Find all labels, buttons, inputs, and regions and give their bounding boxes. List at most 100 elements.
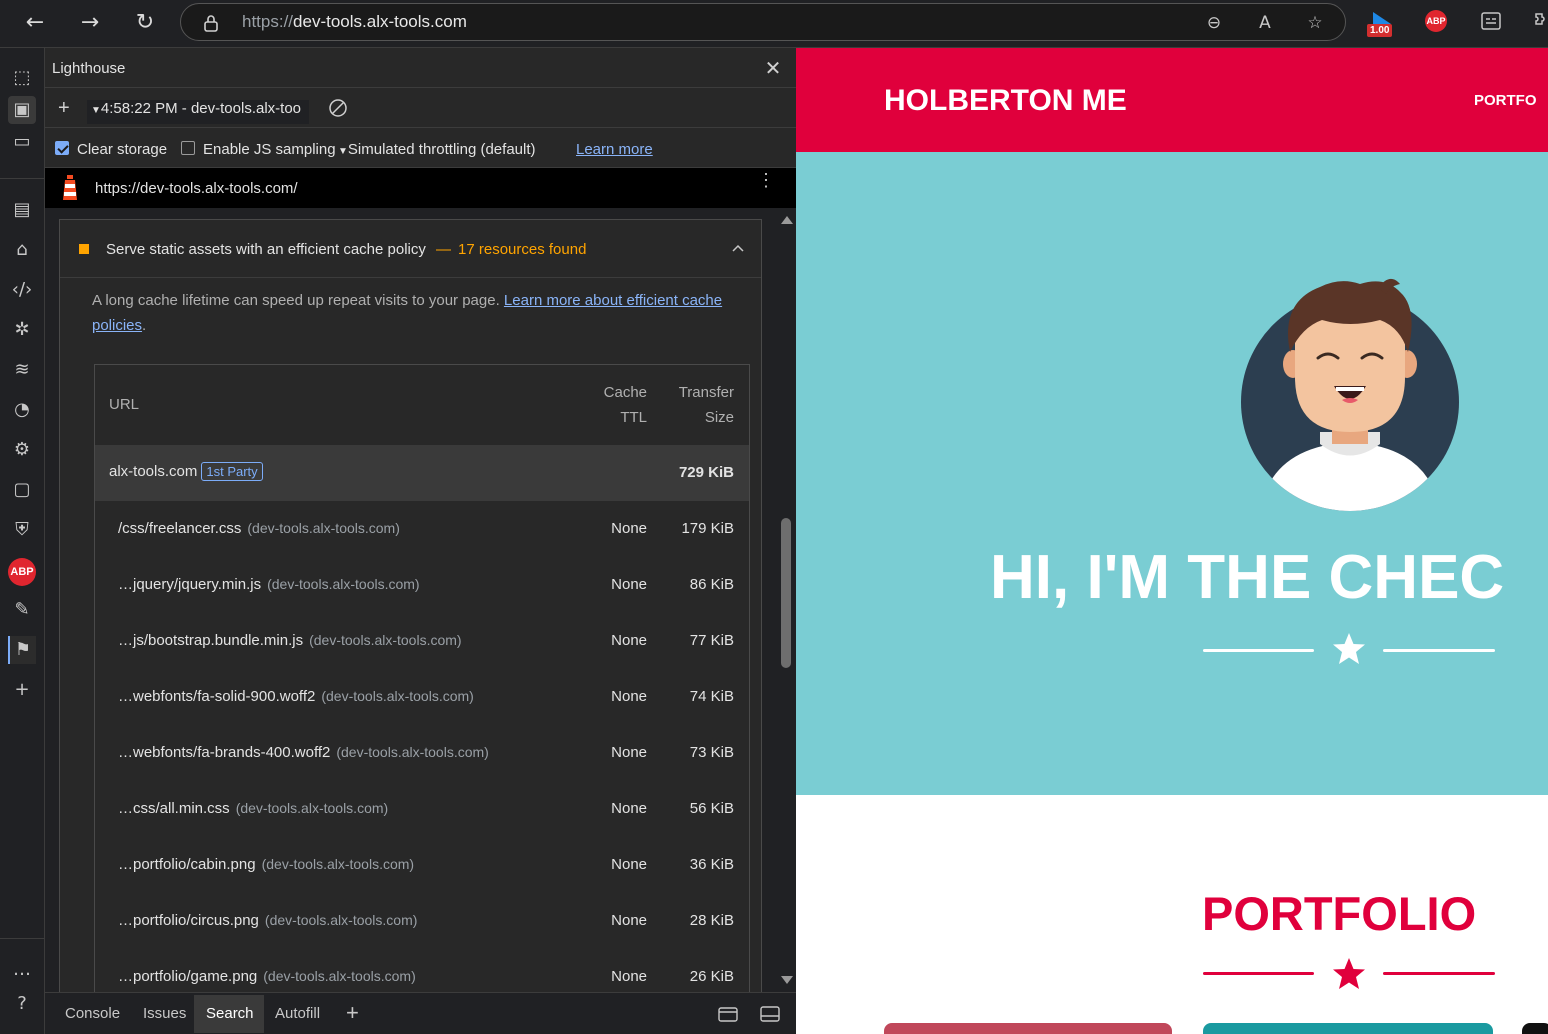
drawer-tab-bar: Console Issues Search Autofill + — [45, 992, 796, 1034]
more-tools-plus-icon[interactable]: + — [8, 676, 36, 704]
star-icon — [1333, 633, 1365, 664]
row-size: 26 KiB — [689, 968, 734, 985]
portfolio-card[interactable] — [1203, 1023, 1493, 1034]
adblock-panel-icon[interactable]: ABP — [8, 558, 36, 586]
more-options-icon[interactable]: … — [8, 956, 36, 984]
table-row[interactable]: …jquery/jquery.min.js (dev-tools.alx-tool… — [95, 557, 749, 613]
extensions-puzzle-icon[interactable] — [1532, 10, 1548, 32]
divider-line-right — [1383, 972, 1495, 975]
table-row[interactable]: /css/freelancer.css (dev-tools.alx-tools.… — [95, 501, 749, 557]
memory-chip-icon[interactable]: ⚙ — [8, 436, 36, 464]
divider — [0, 938, 45, 939]
settings-row: Clear storage Enable JS sampling ▼Simula… — [45, 128, 796, 168]
table-row[interactable]: …js/bootstrap.bundle.min.js (dev-tools.al… — [95, 613, 749, 669]
forward-icon[interactable]: → — [74, 8, 106, 40]
row-size: 73 KiB — [689, 744, 734, 761]
console-icon[interactable]: ▤ — [8, 196, 36, 224]
portfolio-card[interactable] — [1522, 1023, 1548, 1034]
panel-dock-icon[interactable]: ▭ — [8, 128, 36, 156]
cache-policy-link-2[interactable]: policies — [92, 317, 142, 334]
application-window-icon[interactable]: ▢ — [8, 476, 36, 504]
security-icon[interactable]: ⛨ — [8, 516, 36, 544]
row-url: …portfolio/game.png (dev-tools.alx-tools.… — [118, 968, 416, 985]
row-url: …js/bootstrap.bundle.min.js (dev-tools.al… — [118, 632, 462, 649]
report-url: https://dev-tools.alx-tools.com/ — [95, 180, 298, 197]
extension-badge: 1.00 — [1367, 24, 1393, 37]
reload-icon[interactable]: ↻ — [129, 8, 161, 40]
period: . — [142, 317, 147, 334]
throttling-select[interactable]: ▼Simulated throttling (default) — [338, 141, 536, 158]
table-row[interactable]: …webfonts/fa-brands-400.woff2 (dev-tools.… — [95, 725, 749, 781]
audit-header[interactable]: Serve static assets with an efficient ca… — [60, 220, 761, 278]
zoom-icon[interactable]: ⊖ — [1203, 12, 1225, 34]
adblock-extension-icon[interactable]: ABP — [1425, 10, 1447, 32]
performance-gauge-icon[interactable]: ◔ — [8, 396, 36, 424]
inspect-icon[interactable]: ⬚ — [8, 64, 36, 92]
party-name: alx-tools.com 1st Party — [109, 462, 263, 481]
site-brand[interactable]: HOLBERTON ME — [884, 84, 1127, 118]
clear-storage-checkbox[interactable] — [55, 141, 69, 155]
favorite-star-icon[interactable]: ☆ — [1304, 12, 1326, 34]
close-drawer-icon[interactable] — [759, 1005, 781, 1023]
elements-code-icon[interactable]: ‹/› — [8, 276, 36, 304]
close-icon[interactable]: ✕ — [762, 57, 784, 79]
sources-bug-icon[interactable]: ✲ — [8, 316, 36, 344]
portfolio-card[interactable] — [884, 1023, 1172, 1034]
lighthouse-panel-icon[interactable]: ⚑ — [8, 636, 36, 664]
table-header: URL Cache TTL Transfer Size — [95, 365, 749, 445]
report-menu-icon[interactable]: ⋮ — [757, 171, 775, 189]
welcome-home-icon[interactable]: ⌂ — [8, 236, 36, 264]
clear-storage-label: Clear storage — [77, 141, 168, 158]
table-row[interactable]: …webfonts/fa-solid-900.woff2 (dev-tools.a… — [95, 669, 749, 725]
table-row[interactable]: …portfolio/cabin.png (dev-tools.alx-tools… — [95, 837, 749, 893]
nav-link-portfolio[interactable]: PORTFO — [1474, 92, 1537, 109]
first-party-row[interactable]: alx-tools.com 1st Party 729 KiB — [95, 445, 749, 501]
tab-issues[interactable]: Issues — [143, 1005, 186, 1022]
vertical-scrollbar[interactable] — [778, 208, 796, 992]
row-ttl: None — [611, 576, 647, 593]
new-report-icon[interactable]: + — [58, 97, 70, 120]
scroll-down-arrow-icon[interactable] — [781, 976, 793, 984]
tab-console[interactable]: Console — [65, 1005, 120, 1022]
resources-table: URL Cache TTL Transfer Size alx-tools.co… — [94, 364, 750, 992]
back-icon[interactable]: ← — [19, 8, 51, 40]
table-row[interactable]: …portfolio/circus.png (dev-tools.alx-tool… — [95, 893, 749, 949]
read-aloud-icon[interactable]: A — [1254, 12, 1276, 34]
scroll-up-arrow-icon[interactable] — [781, 216, 793, 224]
row-ttl: None — [611, 632, 647, 649]
help-icon[interactable]: ? — [8, 990, 36, 1018]
learn-more-link[interactable]: Learn more — [576, 141, 653, 158]
network-wifi-icon[interactable]: ≋ — [8, 356, 36, 384]
scrollbar-thumb[interactable] — [781, 518, 791, 668]
row-size: 28 KiB — [689, 912, 734, 929]
divider — [0, 178, 45, 179]
divider-line-right — [1383, 649, 1495, 652]
dock-drawer-icon[interactable] — [717, 1005, 739, 1023]
js-sampling-checkbox[interactable] — [181, 141, 195, 155]
add-tab-plus-icon[interactable]: + — [346, 1000, 359, 1026]
chevron-up-icon[interactable] — [732, 243, 744, 253]
panel-header: Lighthouse ✕ — [45, 48, 796, 88]
device-toolbar-icon[interactable]: ▣ — [8, 96, 36, 124]
tab-search[interactable]: Search — [206, 1005, 254, 1022]
report-selector[interactable]: ▼4:58:22 PM - dev-tools.alx-too — [87, 100, 309, 124]
row-url: …portfolio/cabin.png (dev-tools.alx-tools… — [118, 856, 415, 873]
row-size: 36 KiB — [689, 856, 734, 873]
table-row[interactable]: …css/all.min.css (dev-tools.alx-tools.com… — [95, 781, 749, 837]
audit-description: A long cache lifetime can speed up repea… — [92, 292, 722, 309]
table-row[interactable]: …portfolio/game.png (dev-tools.alx-tools.… — [95, 949, 749, 992]
lock-icon — [204, 15, 218, 32]
col-cache-line2: TTL — [620, 409, 647, 426]
clear-reports-icon[interactable] — [328, 98, 348, 118]
site-navbar: HOLBERTON ME PORTFO — [796, 48, 1548, 152]
extension-box-icon[interactable] — [1480, 10, 1502, 32]
hero-section: HI, I'M THE CHEC — [796, 152, 1548, 795]
paint-brush-icon[interactable]: ✎ — [8, 596, 36, 624]
star-icon — [1333, 958, 1365, 989]
cache-policy-link[interactable]: Learn more about efficient cache — [504, 292, 722, 309]
report-scroll-area[interactable]: Serve static assets with an efficient ca… — [45, 208, 796, 992]
col-url: URL — [109, 396, 140, 413]
address-bar[interactable]: https://dev-tools.alx-tools.com ⊖ A ☆ — [180, 3, 1346, 41]
tab-autofill[interactable]: Autofill — [275, 1005, 320, 1022]
page-viewport: HOLBERTON ME PORTFO HI, I'M THE CHEC POR… — [796, 48, 1548, 1034]
